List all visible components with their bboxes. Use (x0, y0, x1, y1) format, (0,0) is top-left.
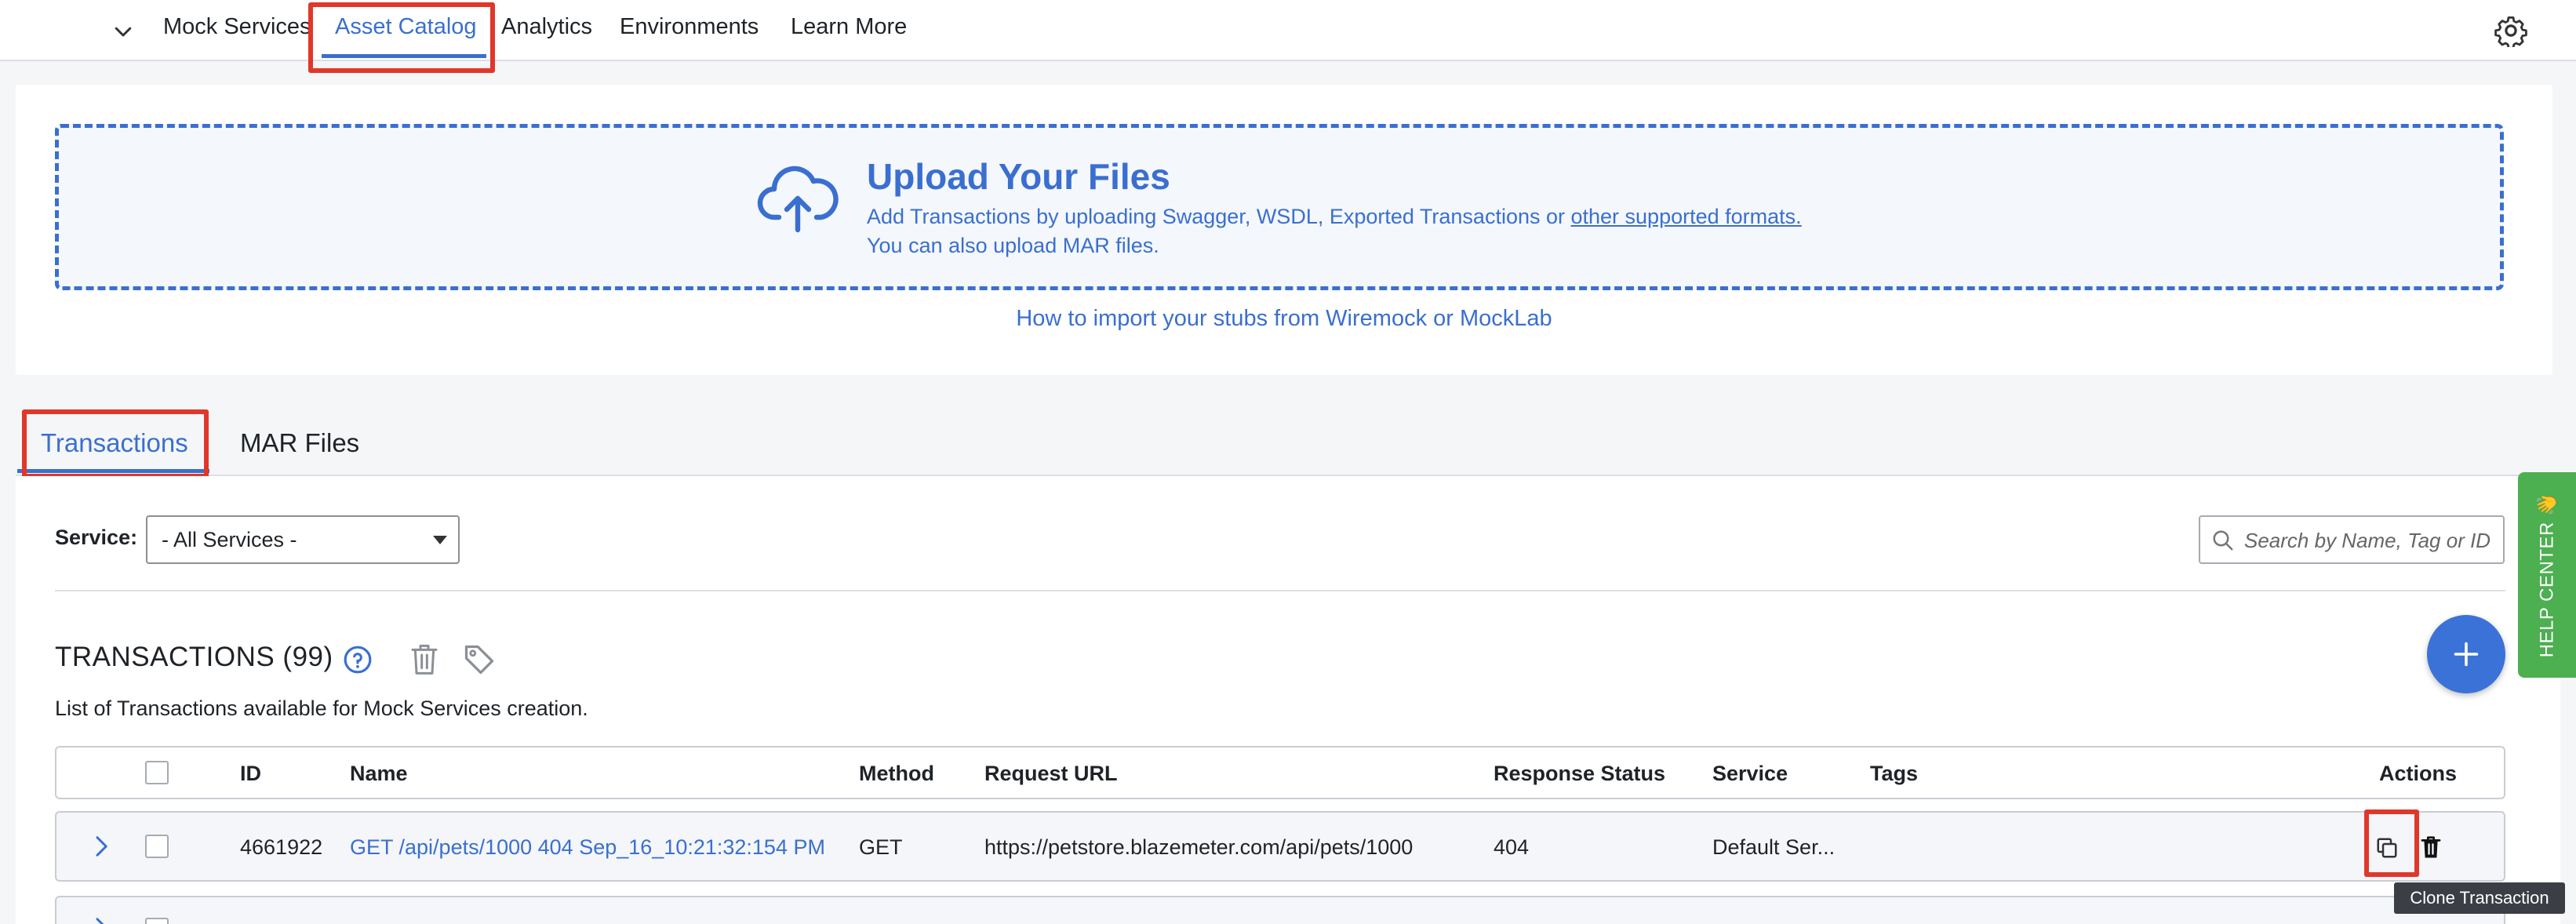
table-header: ID Name Method Request URL Response Stat… (55, 746, 2505, 799)
add-transaction-button[interactable] (2427, 615, 2505, 693)
filter-divider (55, 590, 2505, 591)
table-row[interactable]: 4661922 GET /api/pets/1000 404 Sep_16_10… (55, 811, 2505, 882)
row-response-status: 404 (1494, 835, 1530, 859)
chevron-right-icon[interactable] (89, 915, 113, 924)
upload-card: Upload Your Files Add Transactions by up… (16, 85, 2552, 375)
column-service[interactable]: Service (1712, 762, 1788, 786)
row-service: Default Ser... (1712, 835, 1836, 859)
tag-icon[interactable] (462, 642, 497, 677)
search-icon (2213, 530, 2233, 551)
import-stubs-link-text[interactable]: How to import your stubs from Wiremock o… (1016, 306, 1552, 331)
delete-icon[interactable] (2419, 835, 2443, 860)
help-circle-icon[interactable] (343, 645, 373, 675)
column-method[interactable]: Method (859, 762, 934, 786)
column-tags[interactable]: Tags (1870, 762, 1918, 786)
plus-icon (2454, 642, 2479, 667)
nav-analytics[interactable]: Analytics (501, 14, 592, 40)
table-row[interactable] (55, 896, 2505, 924)
transactions-title: TRANSACTIONS (99) (55, 642, 333, 672)
caret-down-icon (433, 536, 447, 544)
column-actions: Actions (2379, 762, 2458, 785)
upload-title: Upload Your Files (867, 156, 1170, 197)
supported-formats-link[interactable]: other supported formats. (1571, 205, 1802, 228)
row-request-url: https://petstore.blazemeter.com/api/pets… (984, 835, 1414, 859)
row-name-link[interactable]: GET /api/pets/1000 404 Sep_16_10:21:32:1… (350, 835, 825, 860)
trash-icon[interactable] (409, 642, 440, 676)
service-filter-label: Service: (55, 526, 138, 549)
upload-description-text: Add Transactions by uploading Swagger, W… (867, 205, 1571, 228)
column-request-url[interactable]: Request URL (984, 762, 1118, 786)
tab-active-indicator (17, 469, 209, 473)
gear-icon[interactable] (2494, 14, 2527, 47)
cloud-upload-icon (757, 166, 839, 233)
clone-icon[interactable] (2375, 836, 2399, 860)
row-checkbox[interactable] (145, 918, 169, 924)
search-box[interactable] (2199, 515, 2505, 564)
service-select-value: - All Services - (162, 528, 297, 551)
chevron-right-icon[interactable] (89, 833, 113, 860)
import-stubs-link: How to import your stubs from Wiremock o… (16, 306, 2552, 332)
app-root: Mock Services Asset Catalog Analytics En… (0, 0, 2576, 924)
upload-mar-note: You can also upload MAR files. (867, 234, 1159, 257)
nav-mock-services[interactable]: Mock Services (163, 14, 311, 40)
column-name[interactable]: Name (350, 762, 408, 786)
row-id: 4661922 (240, 835, 323, 859)
column-response-status[interactable]: Response Status (1494, 762, 1665, 786)
upload-description: Add Transactions by uploading Swagger, W… (867, 205, 1802, 229)
nav-asset-catalog[interactable]: Asset Catalog (335, 14, 477, 40)
help-center-label: HELP CENTER 👋 (2536, 492, 2558, 658)
row-checkbox[interactable] (145, 835, 169, 858)
top-nav: Mock Services Asset Catalog Analytics En… (0, 0, 2576, 61)
chevron-down-icon[interactable] (111, 20, 135, 43)
select-all-checkbox[interactable] (145, 761, 169, 784)
tab-mar-files[interactable]: MAR Files (240, 428, 359, 458)
help-center-tab[interactable]: HELP CENTER 👋 (2518, 472, 2576, 678)
clone-tooltip: Clone Transaction (2394, 882, 2565, 914)
nav-learn-more[interactable]: Learn More (791, 14, 907, 40)
nav-environments[interactable]: Environments (620, 14, 759, 40)
search-input[interactable] (2244, 525, 2500, 556)
service-select[interactable]: - All Services - (146, 515, 460, 564)
row-method: GET (859, 835, 903, 859)
column-id[interactable]: ID (240, 762, 261, 786)
nav-active-indicator (322, 54, 486, 58)
transactions-description: List of Transactions available for Mock … (55, 697, 588, 720)
tab-transactions[interactable]: Transactions (41, 428, 188, 458)
